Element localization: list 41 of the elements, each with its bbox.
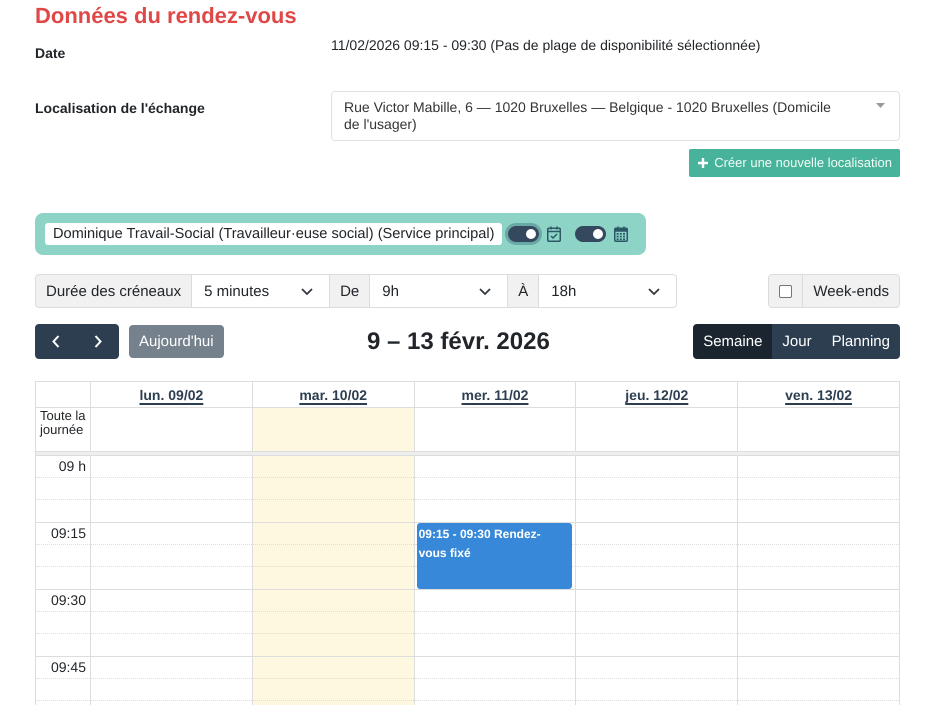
chevron-left-icon (52, 335, 60, 348)
time-slot-label: 09:45 (50, 659, 86, 676)
location-select[interactable]: Rue Victor Mabille, 6 — 1020 Bruxelles — Belgique - 1020 Bruxelles (Domicile de l'usager) (331, 91, 900, 141)
user-name-label: Dominique Travail-Social (Travailleur·euse social) (Service principal) (45, 223, 502, 245)
section-title: Données du rendez-vous (35, 3, 297, 29)
view-tab[interactable]: Planning (822, 324, 900, 359)
input-addon-label: Durée des créneaux (35, 274, 192, 308)
day-header-link[interactable]: mar. 10/02 (299, 386, 368, 402)
field-value: 11/02/2026 09:15 - 09:30 (Pas de plage de disponibilité sélectionnée) (331, 37, 760, 54)
weekends-checkbox[interactable] (779, 284, 792, 298)
calendar-event[interactable]: 09:15 - 09:30 Rendez-vous fixé (416, 523, 572, 589)
chevron-down-icon (648, 288, 660, 294)
time-slot-label: 09:15 (50, 525, 86, 542)
day-header-link[interactable]: lun. 09/02 (139, 386, 204, 402)
day-header-link[interactable]: mer. 11/02 (462, 386, 528, 402)
input-addon-label: De (329, 274, 370, 308)
weekends-label: Week-ends (802, 274, 900, 308)
chevron-down-icon (301, 288, 314, 294)
time-slot-label: 09 h (58, 458, 86, 475)
dropdown-select[interactable]: 5 minutes (191, 274, 330, 308)
view-tab[interactable]: Jour (772, 324, 822, 359)
dropdown-caret-icon (876, 103, 885, 108)
week-range-title: 9 – 13 févr. 2026 (366, 326, 550, 356)
chevron-right-icon (94, 335, 102, 348)
calendar-check-icon (547, 226, 562, 242)
plus-icon (698, 158, 708, 168)
day-header-link[interactable]: ven. 13/02 (785, 386, 852, 402)
time-slot-label: 09:30 (50, 592, 86, 609)
previous-button[interactable] (35, 324, 77, 359)
dropdown-select[interactable]: 18h (538, 274, 678, 308)
chevron-down-icon (479, 288, 492, 294)
next-button[interactable] (77, 324, 119, 359)
view-tab[interactable]: Semaine (693, 324, 772, 359)
field-label: Date (35, 45, 66, 62)
dropdown-select[interactable]: 9h (369, 274, 508, 308)
input-addon-label: À (507, 274, 540, 308)
day-header-link[interactable]: jeu. 12/02 (625, 386, 688, 402)
toggle-switch[interactable] (505, 223, 542, 245)
calendar-icon (614, 226, 628, 242)
field-label: Localisation de l'échange (35, 100, 205, 117)
all-day-label: Toute la journée (38, 408, 87, 437)
